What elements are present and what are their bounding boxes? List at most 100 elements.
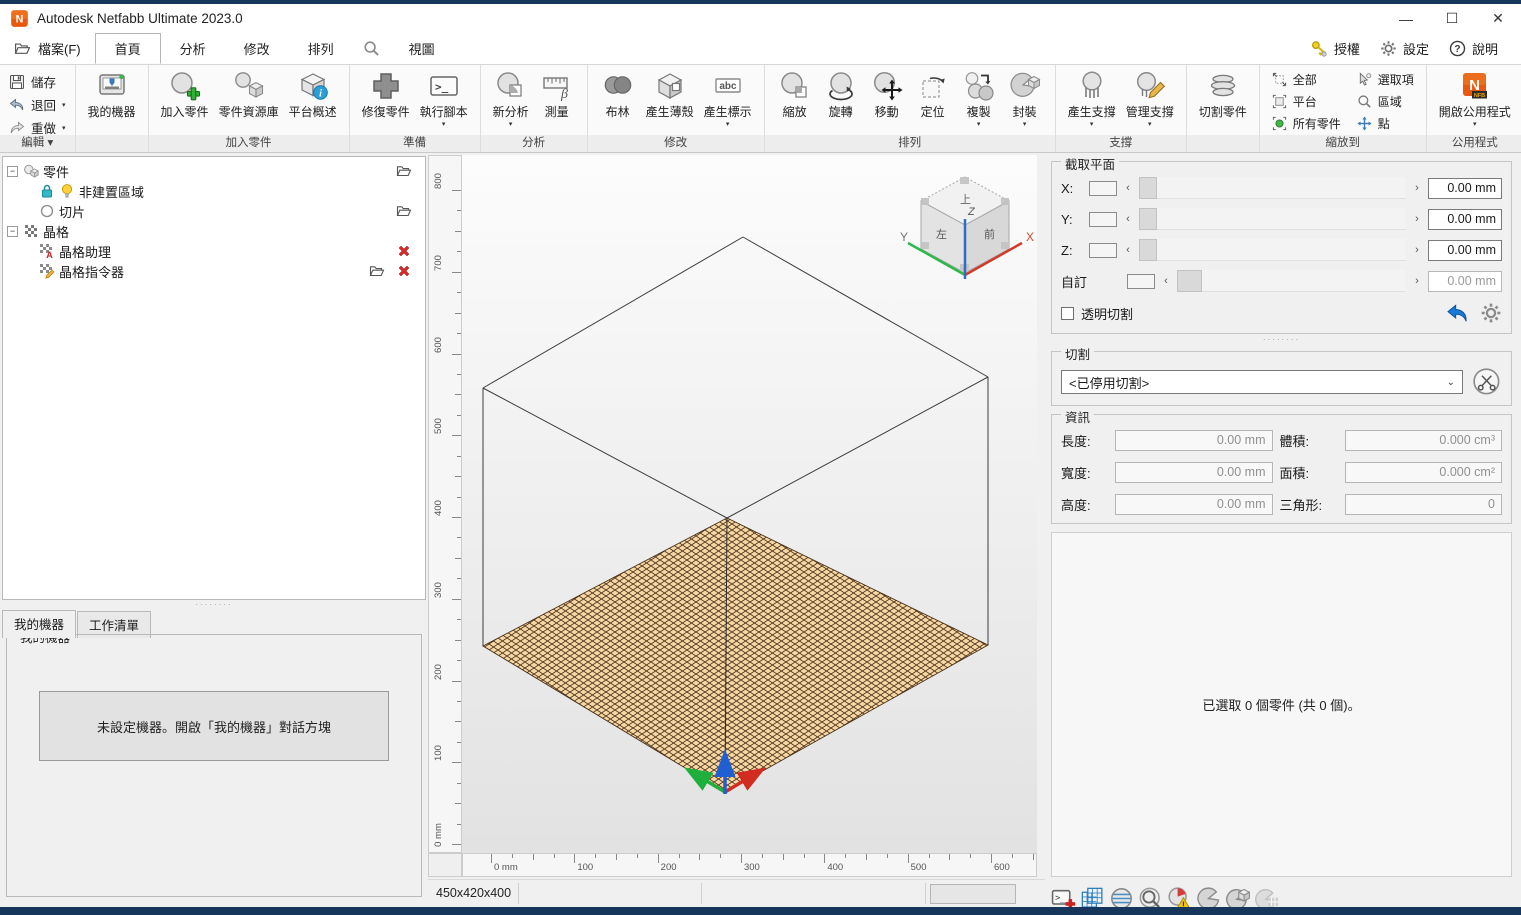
folder-icon xyxy=(14,40,31,57)
clipping-slider[interactable] xyxy=(1177,270,1406,292)
ribbon-button-add-part[interactable]: 加入零件 xyxy=(156,69,214,121)
ribbon-button-undo[interactable]: 退回▾ xyxy=(9,95,66,114)
view-cube-top-label: 上 xyxy=(960,193,971,206)
ribbon-button-create-support[interactable]: 產生支撐▾ xyxy=(1063,69,1121,128)
chevron-down-icon: ⌄ xyxy=(1447,377,1455,388)
slider-thumb[interactable] xyxy=(1139,177,1157,199)
folder-open-icon[interactable] xyxy=(396,163,412,179)
ribbon-button-scale[interactable]: 縮放 xyxy=(772,69,818,121)
pack-icon xyxy=(1009,70,1041,102)
tree-item[interactable]: 晶格指令器 xyxy=(5,261,423,281)
slider-left-arrow[interactable]: ‹ xyxy=(1123,182,1133,194)
execute-cut-button[interactable] xyxy=(1472,367,1502,397)
ribbon-button-rotate[interactable]: 旋轉 xyxy=(818,69,864,121)
slider-left-arrow[interactable]: ‹ xyxy=(1123,213,1133,225)
ribbon-button-cut-part[interactable]: 切割零件 xyxy=(1194,69,1252,121)
info-field-label: 體積: xyxy=(1280,431,1338,450)
tree-item[interactable]: −晶格 xyxy=(5,221,423,241)
ribbon-button-my-machine[interactable]: 我的機器 xyxy=(83,69,141,121)
ribbon-button-open-utility[interactable]: NNFB開啟公用程式▾ xyxy=(1434,69,1516,128)
tree-item[interactable]: A晶格助理 xyxy=(5,241,423,261)
clipping-slider[interactable] xyxy=(1139,208,1406,230)
ribbon-button-new-analysis[interactable]: 新分析▾ xyxy=(488,69,534,128)
slider-thumb[interactable] xyxy=(1139,239,1157,261)
ribbon-button-part-library[interactable]: 零件資源庫 xyxy=(214,69,284,121)
topbar-question-label: 說明 xyxy=(1472,39,1498,58)
ribbon-button-label: 定位 xyxy=(921,103,945,120)
setup-machine-button[interactable]: 未設定機器。開啟「我的機器」對話方塊 xyxy=(39,691,389,761)
ribbon-button-zoom-point[interactable]: 點 xyxy=(1357,115,1414,132)
slider-right-arrow[interactable]: › xyxy=(1412,244,1422,256)
tree-item[interactable]: 非建置區域 xyxy=(5,181,423,201)
ribbon-button-move[interactable]: 移動 xyxy=(864,69,910,121)
clipping-enable-checkbox[interactable] xyxy=(1127,274,1155,289)
ribbon-button-zoom-platform[interactable]: 平台 xyxy=(1272,93,1341,110)
ribbon-button-label: 選取項 xyxy=(1378,71,1414,88)
right-splitter-handle[interactable]: ········ xyxy=(1051,337,1512,343)
topbar-key-button[interactable]: 授權 xyxy=(1302,39,1369,58)
clipping-settings-gear-icon[interactable] xyxy=(1480,302,1502,324)
folder-open-icon[interactable] xyxy=(369,263,385,279)
clipping-enable-checkbox[interactable] xyxy=(1089,243,1117,258)
ribbon-button-duplicate[interactable]: 複製▾ xyxy=(956,69,1002,128)
tab-analysis[interactable]: 分析 xyxy=(161,33,225,64)
tab-modify[interactable]: 修改 xyxy=(225,33,289,64)
slider-right-arrow[interactable]: › xyxy=(1412,213,1422,225)
left-splitter-handle[interactable]: ········ xyxy=(0,602,428,608)
clipping-slider[interactable] xyxy=(1139,177,1406,199)
ribbon-button-position[interactable]: 定位 xyxy=(910,69,956,121)
clipping-value-field[interactable]: 0.00 mm xyxy=(1428,178,1502,199)
ribbon-button-save[interactable]: 儲存 xyxy=(9,72,56,91)
ribbon-button-run-script[interactable]: >_執行腳本▾ xyxy=(415,69,473,128)
ribbon-button-create-shell[interactable]: 產生薄殼 xyxy=(641,69,699,121)
ribbon-button-create-label[interactable]: abc產生標示▾ xyxy=(699,69,757,128)
zoom-region-icon xyxy=(1357,94,1372,109)
tab-home[interactable]: 首頁 xyxy=(95,33,161,64)
ribbon-button-pack[interactable]: 封裝▾ xyxy=(1002,69,1048,128)
transparent-cut-checkbox[interactable] xyxy=(1061,307,1074,320)
clipping-enable-checkbox[interactable] xyxy=(1089,212,1117,227)
slider-left-arrow[interactable]: ‹ xyxy=(1161,275,1171,287)
maximize-button[interactable]: ☐ xyxy=(1429,4,1475,33)
minimize-button[interactable]: — xyxy=(1383,4,1429,33)
cut-mode-dropdown[interactable]: <已停用切割> ⌄ xyxy=(1061,370,1463,394)
ribbon-button-zoom-allparts[interactable]: 所有零件 xyxy=(1272,115,1341,132)
slider-right-arrow[interactable]: › xyxy=(1412,182,1422,194)
tree-item[interactable]: −零件 xyxy=(5,161,423,181)
tab-view[interactable]: 視圖 xyxy=(390,33,454,64)
left-tab-active[interactable]: 我的機器 xyxy=(2,610,76,638)
folder-open-icon[interactable] xyxy=(396,203,412,219)
ribbon-button-manage-support[interactable]: 管理支撐▾ xyxy=(1121,69,1179,128)
topbar-question-button[interactable]: ?說明 xyxy=(1440,39,1507,58)
tab-arrange[interactable]: 排列 xyxy=(289,33,353,64)
ribbon-button-zoom-all[interactable]: 全部 xyxy=(1272,71,1341,88)
close-button[interactable]: ✕ xyxy=(1475,4,1521,33)
clipping-value-field[interactable]: 0.00 mm xyxy=(1428,271,1502,292)
slider-thumb[interactable] xyxy=(1177,270,1202,292)
clipping-value-field[interactable]: 0.00 mm xyxy=(1428,240,1502,261)
clipping-value-field[interactable]: 0.00 mm xyxy=(1428,209,1502,230)
clipping-slider[interactable] xyxy=(1139,239,1406,261)
viewport-3d[interactable]: 上 Z 左 前 Y X xyxy=(462,155,1037,853)
ribbon-button-measure[interactable]: β測量 xyxy=(534,69,580,121)
slider-thumb[interactable] xyxy=(1139,208,1157,230)
delete-x-icon[interactable] xyxy=(396,263,412,279)
my-machine-icon xyxy=(96,70,128,102)
search-button[interactable] xyxy=(353,33,390,64)
tree-expander[interactable]: − xyxy=(7,166,18,177)
topbar-gear-button[interactable]: 設定 xyxy=(1371,39,1438,58)
ruler-corner xyxy=(428,853,462,877)
ribbon-button-repair-part[interactable]: 修復零件 xyxy=(357,69,415,121)
tree-expander[interactable]: − xyxy=(7,226,18,237)
ribbon-button-zoom-selection[interactable]: 選取項 xyxy=(1357,71,1414,88)
delete-x-icon[interactable] xyxy=(396,243,412,259)
ribbon-button-platform-overview[interactable]: i平台概述 xyxy=(284,69,342,121)
reset-clipping-icon[interactable] xyxy=(1446,302,1468,324)
ribbon-button-boolean[interactable]: 布林 xyxy=(595,69,641,121)
slider-left-arrow[interactable]: ‹ xyxy=(1123,244,1133,256)
file-menu-button[interactable]: 檔案(F) xyxy=(0,33,95,64)
slider-right-arrow[interactable]: › xyxy=(1412,275,1422,287)
tree-item[interactable]: 切片 xyxy=(5,201,423,221)
clipping-enable-checkbox[interactable] xyxy=(1089,181,1117,196)
ribbon-button-zoom-region[interactable]: 區域 xyxy=(1357,93,1414,110)
